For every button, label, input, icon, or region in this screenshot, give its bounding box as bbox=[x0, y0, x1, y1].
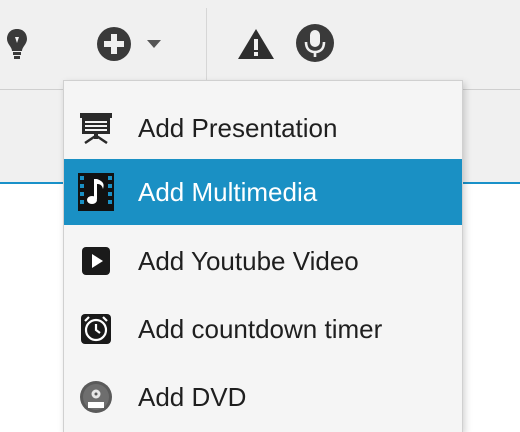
menu-item-add-countdown-timer[interactable]: Add countdown timer bbox=[64, 296, 462, 362]
presentation-icon bbox=[78, 110, 114, 146]
microphone-button[interactable] bbox=[294, 22, 336, 64]
menu-item-label: Add countdown timer bbox=[138, 313, 383, 344]
toolbar bbox=[0, 0, 520, 90]
menu-item-add-dvd[interactable]: Add DVD bbox=[64, 364, 462, 430]
multimedia-film-icon bbox=[78, 173, 114, 211]
add-dropdown-toggle[interactable] bbox=[144, 34, 164, 54]
alarm-clock-icon bbox=[78, 311, 114, 347]
menu-item-add-presentation[interactable]: Add Presentation bbox=[64, 95, 462, 161]
menu-item-label: Add Presentation bbox=[138, 112, 338, 143]
warning-icon bbox=[237, 27, 275, 61]
add-circle-icon bbox=[95, 25, 133, 63]
warning-button[interactable] bbox=[236, 26, 276, 62]
menu-item-label: Add DVD bbox=[138, 381, 247, 412]
menu-item-add-multimedia[interactable]: Add Multimedia bbox=[64, 159, 462, 225]
menu-item-add-youtube-video[interactable]: Add Youtube Video bbox=[64, 228, 462, 294]
youtube-play-icon bbox=[78, 243, 114, 279]
chevron-down-icon bbox=[146, 39, 162, 49]
add-dropdown-menu: Add Presentation Add Multimedia Add Yout… bbox=[63, 80, 463, 432]
menu-item-label: Add Youtube Video bbox=[138, 245, 359, 276]
microphone-icon bbox=[295, 23, 335, 63]
menu-item-label: Add Multimedia bbox=[138, 176, 318, 207]
add-button[interactable] bbox=[94, 24, 134, 64]
dvd-disc-icon bbox=[78, 379, 114, 415]
lightbulb-icon[interactable] bbox=[2, 24, 32, 64]
toolbar-divider bbox=[206, 8, 207, 82]
